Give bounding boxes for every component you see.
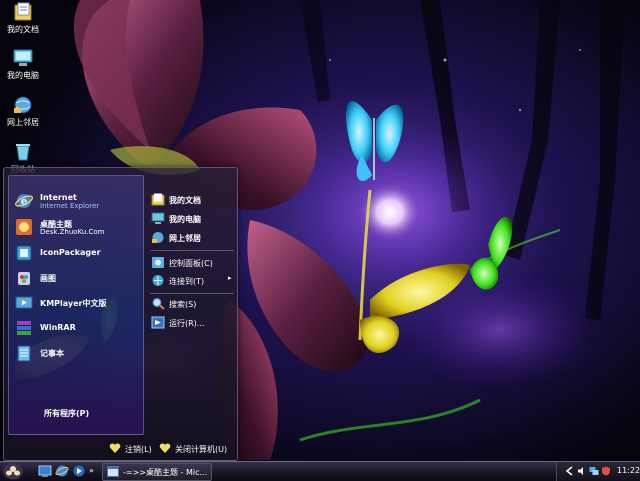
network-icon[interactable]	[589, 466, 599, 476]
place-label: 我的文档	[169, 196, 201, 205]
program-name: KMPlayer中文版	[40, 299, 107, 308]
program-name: 记事本	[40, 349, 64, 358]
program-zhuoku-theme[interactable]: 桌酷主题 Desk.ZhuoKu.Com	[10, 216, 136, 238]
program-winrar[interactable]: WinRAR	[10, 317, 136, 339]
desktop-icon-label: 我的文档	[7, 25, 39, 34]
program-name: 画图	[40, 274, 56, 283]
kmplayer-icon	[15, 296, 33, 309]
security-shield-icon[interactable]	[601, 466, 611, 476]
network-places-icon	[152, 232, 164, 243]
internet-explorer-icon: e	[15, 194, 33, 208]
clock[interactable]: 11:22	[617, 466, 640, 475]
my-documents-icon	[151, 193, 165, 206]
network-places-icon	[14, 96, 32, 114]
system-tray: 11:22	[556, 462, 640, 481]
window-icon	[107, 466, 119, 477]
quick-launch-more-button[interactable]: »	[89, 466, 94, 475]
menu-separator	[150, 250, 234, 251]
place-control-panel[interactable]: 控制面板(C)	[149, 255, 235, 271]
start-menu: e Internet Internet Explorer 桌酷主题 Desk.Z…	[3, 167, 238, 461]
place-my-computer[interactable]: 我的电脑	[149, 211, 235, 227]
connect-to-icon	[152, 275, 164, 286]
winrar-icon	[17, 321, 31, 335]
place-run[interactable]: 运行(R)...	[149, 315, 235, 331]
volume-icon[interactable]	[577, 466, 587, 476]
place-label: 搜索(S)	[169, 300, 197, 309]
program-name: WinRAR	[40, 323, 76, 332]
place-label: 连接到(T)	[169, 277, 205, 286]
program-iconpackager[interactable]: IconPackager	[10, 242, 136, 264]
place-label: 控制面板(C)	[169, 259, 213, 268]
program-internet-explorer[interactable]: e Internet Internet Explorer	[10, 190, 136, 212]
shut-down-label: 关闭计算机(U)	[175, 445, 228, 454]
program-subtitle: Internet Explorer	[40, 202, 100, 210]
place-label: 运行(R)...	[169, 319, 205, 328]
internet-explorer-icon[interactable]	[55, 464, 69, 478]
menu-separator	[150, 293, 234, 294]
start-button[interactable]	[2, 463, 24, 480]
desktop-icon-label: 我的电脑	[7, 71, 39, 80]
shut-down-icon	[159, 443, 171, 453]
place-my-documents[interactable]: 我的文档	[149, 192, 235, 208]
taskbar-window-label: -=>>桌酷主题 - Mic...	[123, 468, 208, 477]
desktop-icon-my-computer[interactable]: 我的电脑	[2, 48, 44, 81]
show-desktop-icon[interactable]	[38, 464, 52, 478]
all-programs-button[interactable]: 所有程序(P)	[44, 408, 89, 419]
my-computer-icon	[151, 212, 165, 224]
program-kmplayer[interactable]: KMPlayer中文版	[10, 292, 136, 314]
desktop-icon-label: 网上邻居	[7, 118, 39, 127]
desktop-icon-network-places[interactable]: 网上邻居	[2, 95, 44, 128]
program-notepad[interactable]: 记事本	[10, 342, 136, 364]
my-computer-icon	[13, 49, 33, 66]
submenu-arrow-icon: ▸	[228, 274, 232, 282]
program-name: IconPackager	[40, 248, 101, 257]
media-player-icon[interactable]	[72, 464, 86, 478]
run-icon	[151, 316, 165, 329]
log-off-label: 注销(L)	[125, 445, 152, 454]
program-paint[interactable]: 画图	[10, 267, 136, 289]
place-connect-to[interactable]: 连接到(T)	[149, 273, 235, 289]
taskbar-window-button[interactable]: -=>>桌酷主题 - Mic...	[102, 463, 212, 481]
paint-icon	[18, 272, 30, 285]
program-name: Internet	[40, 193, 77, 202]
desktop-icon-my-documents[interactable]: 我的文档	[2, 2, 44, 35]
notepad-icon	[17, 345, 31, 362]
iconpackager-icon	[16, 245, 32, 261]
log-off-icon	[109, 443, 121, 453]
place-search[interactable]: 搜索(S)	[149, 296, 235, 312]
shut-down-button[interactable]: 关闭计算机(U)	[159, 442, 234, 456]
zhuoku-theme-icon	[16, 219, 32, 235]
place-label: 我的电脑	[169, 215, 201, 224]
recycle-bin-icon	[16, 144, 30, 161]
svg-text:e: e	[21, 197, 27, 208]
tray-expand-icon[interactable]	[565, 466, 575, 476]
control-panel-icon	[152, 257, 164, 268]
taskbar: » -=>>桌酷主题 - Mic... 11:22	[0, 461, 640, 481]
my-documents-icon	[14, 2, 32, 21]
search-icon	[152, 297, 165, 310]
program-subtitle: Desk.ZhuoKu.Com	[40, 228, 105, 236]
place-network-places[interactable]: 网上邻居	[149, 230, 235, 246]
place-label: 网上邻居	[169, 234, 201, 243]
log-off-button[interactable]: 注销(L)	[109, 442, 159, 456]
